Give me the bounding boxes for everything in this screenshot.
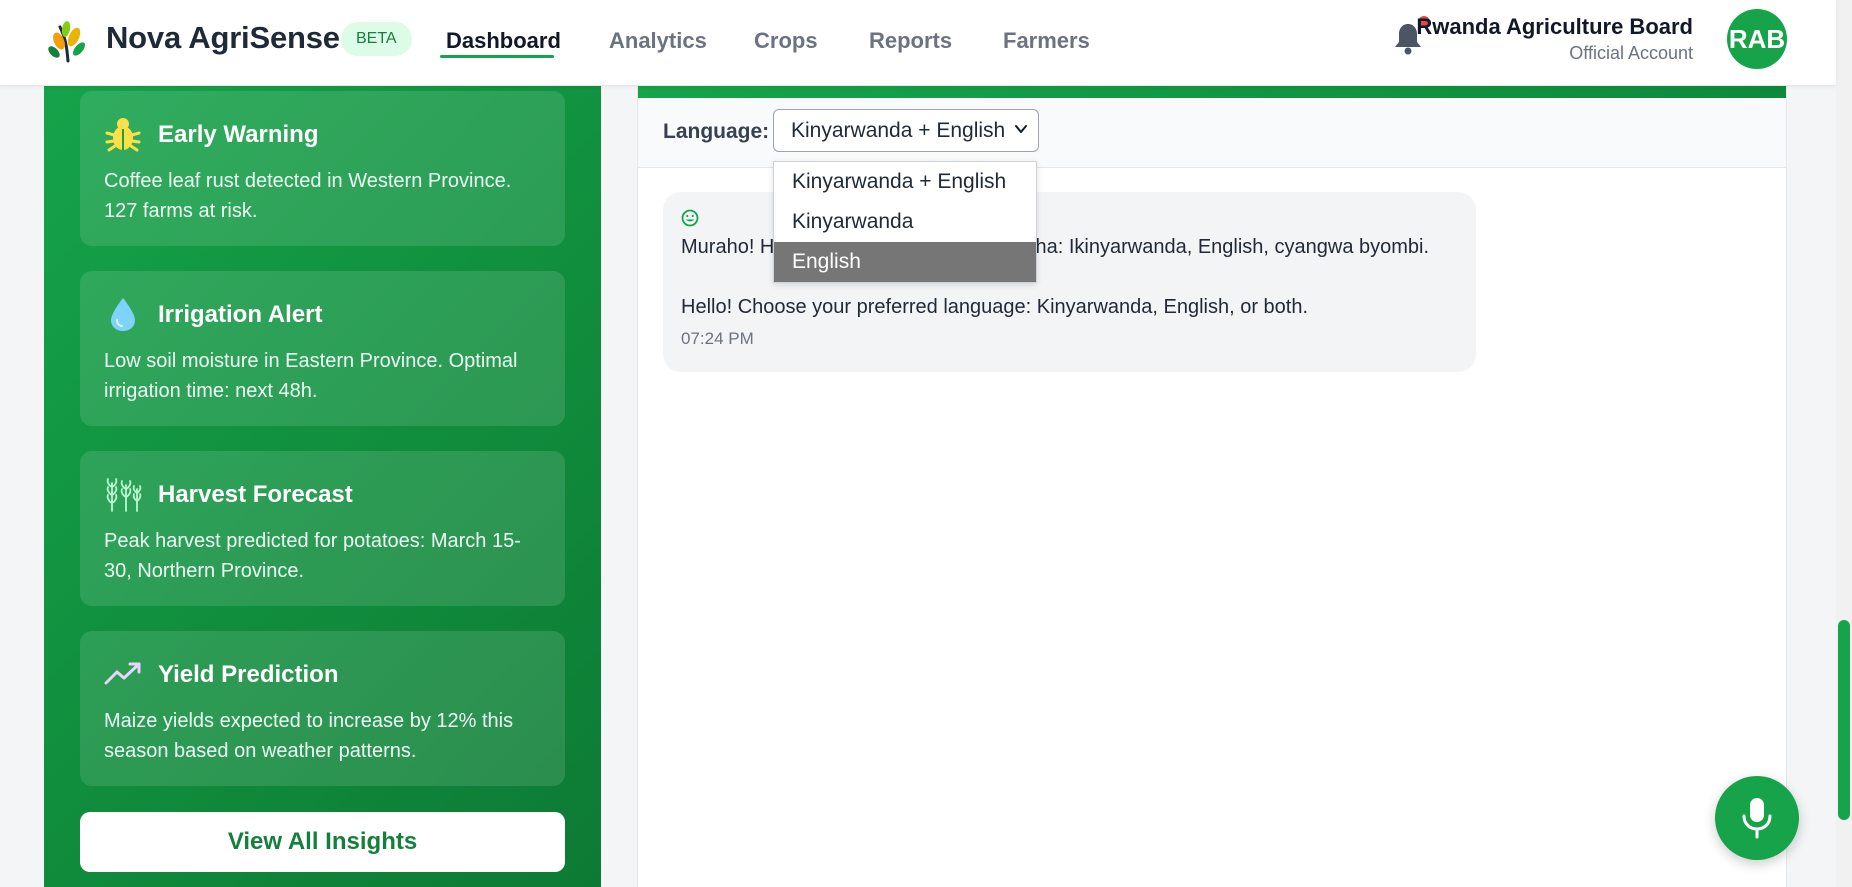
- language-select[interactable]: Kinyarwanda + English: [773, 109, 1039, 152]
- nav-active-underline: [440, 55, 554, 58]
- voice-input-button[interactable]: [1715, 776, 1799, 860]
- insight-card-early-warning[interactable]: Early Warning Coffee leaf rust detected …: [80, 91, 565, 246]
- insight-card-yield-prediction[interactable]: Yield Prediction Maize yields expected t…: [80, 631, 565, 786]
- chat-header-accent: [638, 86, 1786, 98]
- microphone-icon: [1742, 798, 1772, 839]
- page-scrollbar-thumb[interactable]: [1838, 620, 1850, 820]
- nav-reports[interactable]: Reports: [869, 28, 952, 54]
- insight-card-harvest-forecast[interactable]: Harvest Forecast Peak harvest predicted …: [80, 451, 565, 606]
- trend-up-icon: [104, 662, 141, 685]
- insight-card-irrigation-alert[interactable]: Irrigation Alert Low soil moisture in Ea…: [80, 271, 565, 426]
- wheat-logo-icon: [48, 21, 85, 63]
- language-option-kinyarwanda[interactable]: Kinyarwanda: [774, 202, 1036, 242]
- beta-badge: BETA: [341, 22, 412, 56]
- nav-dashboard[interactable]: Dashboard: [446, 28, 561, 54]
- language-dropdown: Kinyarwanda + English Kinyarwanda Englis…: [773, 161, 1037, 283]
- wheat-icon: [106, 478, 142, 512]
- top-navbar: Nova AgriSense BETA Dashboard Analytics …: [0, 0, 1836, 86]
- nav-crops[interactable]: Crops: [754, 28, 818, 54]
- insight-text: Coffee leaf rust detected in Western Pro…: [104, 170, 512, 222]
- water-drop-icon: [111, 298, 135, 331]
- message-line-left: Muraho! H: [681, 236, 775, 258]
- message-line-english: Hello! Choose your preferred language: K…: [681, 296, 1309, 318]
- language-bar: Language: Kinyarwanda + English: [638, 98, 1786, 168]
- language-option-english[interactable]: English: [774, 242, 1036, 282]
- insight-title: Harvest Forecast: [158, 481, 353, 508]
- nav-analytics[interactable]: Analytics: [609, 28, 707, 54]
- insight-title: Yield Prediction: [158, 661, 339, 688]
- message-timestamp: 07:24 PM: [681, 329, 754, 348]
- smiley-icon: [681, 209, 699, 227]
- language-select-value: Kinyarwanda + English: [791, 119, 1006, 142]
- avatar[interactable]: RAB: [1727, 9, 1787, 69]
- insight-text: Low soil moisture in Eastern Province. O…: [104, 350, 518, 402]
- insight-text: Peak harvest predicted for potatoes: Mar…: [104, 530, 521, 582]
- view-all-insights-button[interactable]: View All Insights: [80, 812, 565, 872]
- chevron-down-icon: [1015, 125, 1027, 133]
- language-option-both[interactable]: Kinyarwanda + English: [774, 162, 1036, 202]
- nav-farmers[interactable]: Farmers: [1003, 28, 1090, 54]
- insight-text: Maize yields expected to increase by 12%…: [104, 710, 514, 762]
- user-name: Rwanda Agriculture Board: [1416, 14, 1693, 39]
- app-name: Nova AgriSense: [106, 20, 340, 55]
- language-label: Language:: [663, 120, 770, 143]
- message-line-right: esha: Ikinyarwanda, English, cyangwa byo…: [1014, 236, 1430, 258]
- bug-icon: [105, 118, 141, 152]
- insights-panel: Early Warning Coffee leaf rust detected …: [44, 86, 601, 887]
- user-role: Official Account: [1569, 43, 1693, 63]
- insight-title: Early Warning: [158, 121, 319, 148]
- insight-title: Irrigation Alert: [158, 301, 323, 328]
